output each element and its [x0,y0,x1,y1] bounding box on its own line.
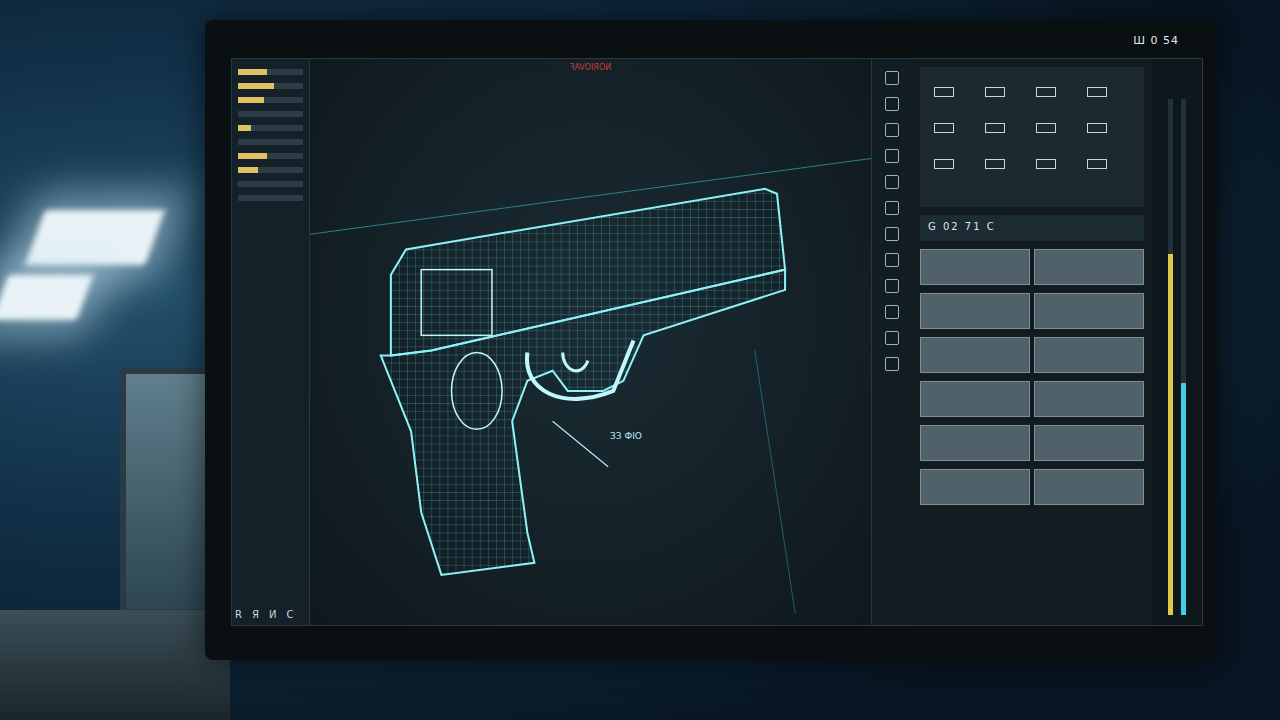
slider[interactable] [238,167,303,173]
slider-fill [238,125,251,131]
slider[interactable] [238,181,303,187]
inspector-row[interactable] [920,293,1144,329]
tool-icon[interactable] [885,97,899,111]
toolbar-button[interactable]: C [286,609,293,620]
viewport-title: ꟻAVOIЯOИ [570,59,611,76]
inspector-header: G 02 71 C [920,215,1144,241]
dimension-label: ЗЗ ФІО [610,431,642,441]
inspector-row[interactable] [920,381,1144,417]
meter [1181,99,1186,615]
slider[interactable] [238,69,303,75]
toolbar-button[interactable]: R [235,609,242,620]
tool-icon[interactable] [885,253,899,267]
label-icon [934,123,954,133]
photo-scene: Ш 0 54 ꟻAVOIЯOИ ЗЗ ФІО G 02 71 C RЯИC [0,0,1280,720]
slider-fill [238,153,267,159]
inspector-cell[interactable] [1034,293,1144,329]
label-icon [934,87,954,97]
tool-column [871,59,912,625]
inspector-cell[interactable] [1034,425,1144,461]
tool-icon[interactable] [885,149,899,163]
slider-fill [238,83,274,89]
inspector-row[interactable] [920,249,1144,285]
viewport[interactable]: ꟻAVOIЯOИ ЗЗ ФІО [310,59,871,625]
info-box [920,67,1144,207]
label-icon [1036,123,1056,133]
properties-panel [232,59,310,625]
label-icon [1087,159,1107,169]
label-icon [934,159,954,169]
label-icon [985,123,1005,133]
inspector-cell[interactable] [920,337,1030,373]
tool-icon[interactable] [885,279,899,293]
tool-icon[interactable] [885,305,899,319]
inspector-cell[interactable] [920,425,1030,461]
meter [1168,99,1173,615]
label-icon [985,159,1005,169]
inspector-cell[interactable] [920,469,1030,505]
ceiling-lamp [0,275,93,320]
inspector-cell[interactable] [920,249,1030,285]
tool-icon[interactable] [885,123,899,137]
label-icon [1036,159,1056,169]
inspector-cell[interactable] [920,293,1030,329]
meter-fill [1168,254,1173,615]
tool-icon[interactable] [885,175,899,189]
tool-icon[interactable] [885,201,899,215]
monitor: Ш 0 54 ꟻAVOIЯOИ ЗЗ ФІО G 02 71 C RЯИC [205,20,1217,660]
label-icon [1036,87,1056,97]
toolbar-button[interactable]: И [269,609,276,620]
tool-icon[interactable] [885,227,899,241]
label-icon [1087,123,1107,133]
screen: ꟻAVOIЯOИ ЗЗ ФІО G 02 71 C [231,58,1203,626]
desk [0,610,230,720]
inspector-cell[interactable] [1034,381,1144,417]
toolbar-button[interactable]: Я [252,609,259,620]
inspector-cell[interactable] [920,381,1030,417]
pistol-model-icon [310,76,871,625]
inspector-cell[interactable] [1034,337,1144,373]
inspector-cell[interactable] [1034,249,1144,285]
inspector-row[interactable] [920,425,1144,461]
slider[interactable] [238,111,303,117]
bottom-toolbar: RЯИC [235,609,293,620]
tool-icon[interactable] [885,71,899,85]
inspector-row[interactable] [920,469,1144,505]
label-icon [1087,87,1107,97]
slider-fill [238,97,264,103]
inspector-cell[interactable] [1034,469,1144,505]
slider[interactable] [238,125,303,131]
slider[interactable] [238,153,303,159]
slider[interactable] [238,83,303,89]
slider-fill [238,69,267,75]
label-icon [985,87,1005,97]
inspector-row[interactable] [920,337,1144,373]
tool-icon[interactable] [885,331,899,345]
inspector-panel: G 02 71 C [912,59,1152,625]
slider[interactable] [238,195,303,201]
meters [1152,59,1202,625]
slider[interactable] [238,97,303,103]
meter-fill [1181,383,1186,615]
slider[interactable] [238,139,303,145]
ceiling-lamp [25,210,165,265]
clock: Ш 0 54 [1133,34,1179,47]
slider-fill [238,167,258,173]
tool-icon[interactable] [885,357,899,371]
